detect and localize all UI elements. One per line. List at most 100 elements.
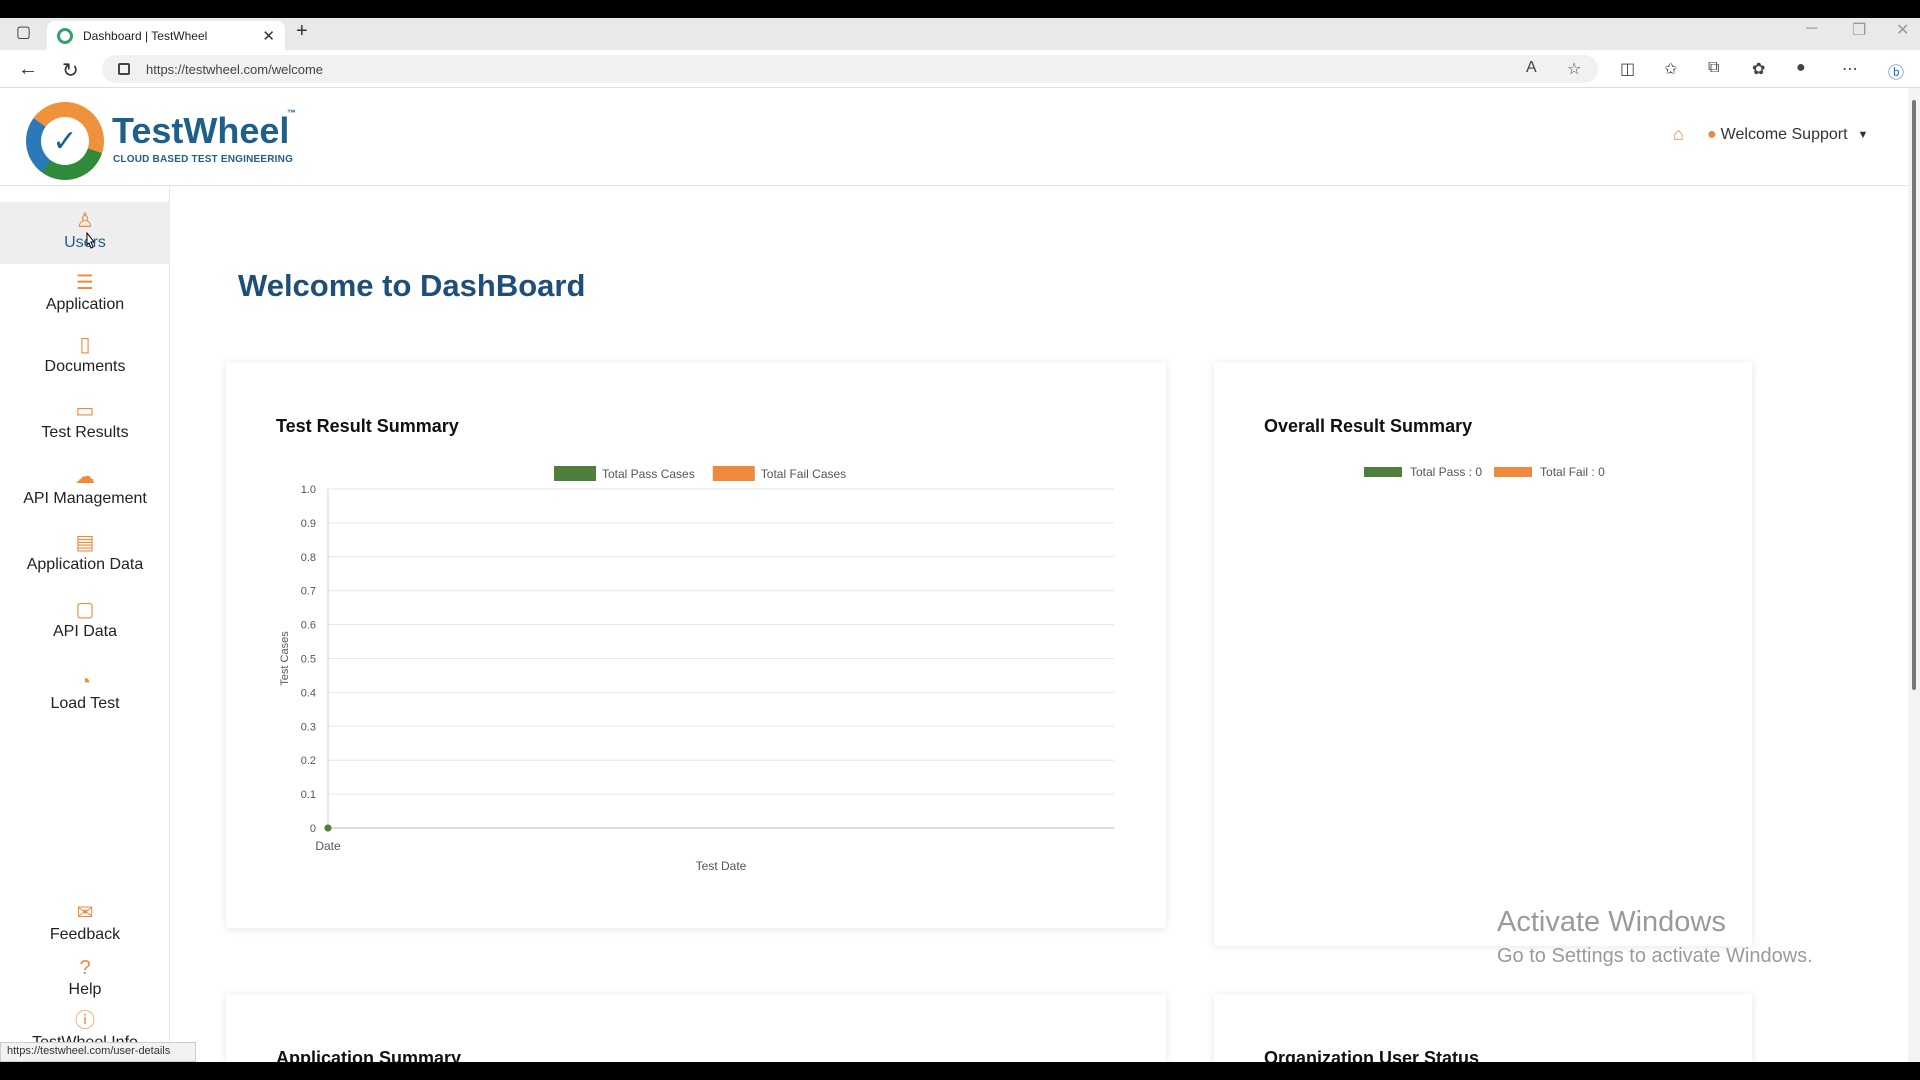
new-tab-icon[interactable]: + (296, 20, 308, 43)
favorites-icon[interactable]: ✩ (1664, 59, 1677, 79)
user-menu-label: Welcome Support (1720, 126, 1848, 143)
card-title: Overall Result Summary (1264, 416, 1473, 436)
lock-icon (118, 63, 130, 75)
top-black-strip (0, 0, 1920, 18)
check-icon: ✓ (41, 117, 89, 165)
y-tick-label: 0.8 (301, 552, 316, 564)
close-tab-icon[interactable]: ✕ (262, 27, 275, 45)
screen: ▢ Dashboard | TestWheel ✕ + ─ ❐ ✕ ← ↻ ht… (0, 0, 1920, 1080)
logo-text: TestWheel (112, 110, 290, 151)
y-tick-label: 0.7 (301, 586, 316, 598)
question-icon: ? (79, 957, 91, 979)
document-icon: ▯ (79, 334, 91, 356)
y-axis-title: Test Cases (279, 631, 291, 686)
collections-icon[interactable]: ⧉ (1708, 59, 1719, 77)
test-result-chart: 0 0.1 0.2 0.3 0.4 0.5 0.6 0.7 0.8 0.9 1.0 Date Test … (279, 466, 1114, 873)
sidebar-item-documents[interactable]: ▯ Documents (0, 326, 170, 388)
url-field[interactable]: https://testwheel.com/welcome (102, 55, 1598, 83)
watermark-line-2: Go to Settings to activate Windows. (1497, 945, 1813, 967)
sidebar-item-label: Application Data (26, 556, 144, 573)
testwheel-logo-icon[interactable]: ✓ (26, 102, 104, 180)
legend-swatch (554, 466, 596, 481)
tab-title: Dashboard | TestWheel (83, 28, 208, 43)
legend-label: Total Fail Cases (761, 467, 846, 481)
profile-icon[interactable]: ● (1796, 59, 1806, 77)
data-point-total-fail-cases (324, 824, 332, 832)
legend-swatch-fail (1494, 467, 1533, 477)
sidebar-item-test-results[interactable]: ▭ Test Results (0, 392, 170, 454)
list-icon: ☰ (76, 272, 94, 294)
legend-swatch (712, 466, 755, 481)
sidebar-item-label: TestWheel Info (0, 1034, 170, 1042)
url-text: https://testwheel.com/welcome (146, 61, 324, 77)
sidebar-item-testwheel-info[interactable]: ⓘ TestWheel Info (0, 1002, 170, 1042)
sidebar: ♙ Users ☰ Application ▯ Documents ▭ Test… (0, 186, 170, 1080)
y-tick-label: 0 (310, 823, 316, 835)
mouse-cursor-icon (86, 232, 96, 249)
split-screen-icon[interactable]: ◫ (1620, 59, 1635, 79)
status-bar-url: https://testwheel.com/user-details (0, 1042, 196, 1062)
browser-address-bar: ← ↻ https://testwheel.com/welcome A ☆ ◫ … (0, 50, 1920, 88)
chat-icon: ✉ (76, 902, 94, 924)
y-tick-label: 0.5 (301, 654, 316, 666)
extensions-icon[interactable]: ✿ (1752, 59, 1765, 79)
sidebar-item-label: Help (68, 981, 102, 998)
restore-icon[interactable]: ❐ (1852, 20, 1866, 40)
y-tick-label: 0.3 (301, 721, 316, 733)
caret-down-icon: ▼ (1857, 129, 1869, 141)
tab-actions-icon[interactable]: ▢ (16, 22, 31, 42)
refresh-icon[interactable]: ↻ (62, 58, 79, 83)
sidebar-item-application[interactable]: ☰ Application (0, 264, 170, 326)
sidebar-item-label: Load Test (50, 695, 120, 712)
watermark-line-1: Activate Windows (1497, 906, 1726, 938)
logo-trademark: ™ (287, 108, 296, 118)
bing-icon[interactable]: ⓑ (1888, 59, 1904, 83)
sidebar-item-feedback[interactable]: ✉ Feedback (0, 894, 170, 956)
more-icon[interactable]: ⋯ (1842, 59, 1858, 79)
x-axis-title: Test Date (696, 859, 747, 873)
sidebar-item-label: Feedback (49, 926, 121, 943)
x-tick-label: Date (315, 839, 341, 853)
overall-result-summary-card: Overall Result Summary Total Pass : 0 To… (1214, 362, 1752, 946)
minimize-icon[interactable]: ─ (1806, 20, 1817, 38)
sidebar-item-label: Test Results (41, 424, 129, 441)
legend-pass-label: Total Pass : 0 (1410, 465, 1483, 479)
sidebar-item-load-test[interactable]: ◔ Load Test (0, 663, 170, 725)
back-icon[interactable]: ← (18, 58, 38, 81)
user-icon: ♙ (76, 210, 94, 232)
y-tick-label: 0.4 (301, 687, 316, 699)
sidebar-item-label: Documents (44, 358, 126, 375)
windows-activation-watermark: Activate Windows Go to Settings to activ… (1497, 906, 1813, 968)
home-icon[interactable]: ⌂ (1673, 124, 1684, 145)
browser-tab[interactable]: Dashboard | TestWheel ✕ (47, 21, 285, 50)
user-menu[interactable]: ● Welcome Support ▼ (1707, 126, 1868, 144)
browser-tab-bar: ▢ Dashboard | TestWheel ✕ + ─ ❐ ✕ (0, 18, 1920, 50)
favicon-icon (57, 27, 73, 44)
app-header: ✓ TestWheel ™ CLOUD BASED TEST ENGINEERI… (0, 88, 1908, 186)
page-title: Welcome to DashBoard (238, 268, 586, 303)
y-tick-label: 0.2 (301, 755, 316, 767)
sidebar-item-api-data[interactable]: ▢ API Data (0, 591, 170, 653)
scrollbar-thumb[interactable] (1912, 100, 1916, 690)
sidebar-item-application-data[interactable]: ▤ Application Data (0, 524, 170, 586)
sidebar-item-label: Application (45, 296, 125, 313)
monitor-icon: ▢ (75, 599, 95, 621)
table-icon: ▤ (75, 532, 95, 554)
read-aloud-icon[interactable]: A (1526, 59, 1537, 77)
favorite-star-icon[interactable]: ☆ (1567, 59, 1581, 79)
sidebar-item-api-management[interactable]: ☁ API Management (0, 458, 170, 520)
gauge-icon: ◔ (78, 671, 92, 693)
sidebar-item-label: API Management (23, 490, 147, 507)
info-icon: ⓘ (75, 1010, 95, 1032)
overall-legend: Total Pass : 0 Total Fail : 0 (1364, 465, 1605, 479)
close-window-icon[interactable]: ✕ (1896, 20, 1909, 40)
page-scrollbar[interactable] (1908, 88, 1920, 1062)
briefcase-icon: ▭ (75, 400, 95, 422)
test-result-summary-card: Test Result Summary 0 0.1 0.2 0.3 0.4 0.5 0.6 0… (226, 362, 1166, 928)
legend-fail-label: Total Fail : 0 (1540, 465, 1605, 479)
logo-subtitle: CLOUD BASED TEST ENGINEERING (113, 154, 294, 165)
y-tick-label: 0.6 (301, 620, 316, 632)
user-icon: ● (1707, 126, 1717, 143)
y-tick-label: 0.1 (301, 789, 316, 801)
bottom-black-strip (0, 1062, 1920, 1080)
